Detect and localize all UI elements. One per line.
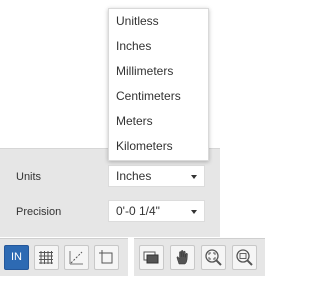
zoom-out-icon	[236, 249, 253, 266]
units-option-meters[interactable]: Meters	[109, 109, 208, 134]
pan-button[interactable]	[170, 245, 195, 270]
chevron-down-icon	[191, 175, 197, 179]
view-toolbar-right	[134, 238, 265, 276]
layers-icon	[143, 251, 159, 264]
units-select[interactable]: Inches	[108, 165, 205, 187]
units-option-millimeters[interactable]: Millimeters	[109, 59, 208, 84]
precision-select-value: 0'-0 1/4"	[116, 204, 160, 218]
layers-button[interactable]	[139, 245, 164, 270]
chevron-down-icon	[191, 210, 197, 214]
units-toggle-label: IN	[11, 251, 22, 263]
units-select-value: Inches	[116, 169, 152, 183]
frame-icon	[99, 250, 113, 264]
precision-label: Precision	[16, 206, 62, 218]
pan-hand-icon	[176, 250, 188, 265]
grid-toggle-button[interactable]	[34, 245, 59, 270]
units-dropdown-list: Unitless Inches Millimeters Centimeters …	[108, 8, 209, 161]
grid-icon	[39, 251, 53, 264]
zoom-fit-icon	[205, 249, 222, 266]
units-option-inches[interactable]: Inches	[109, 34, 208, 59]
zoom-out-button[interactable]	[232, 245, 257, 270]
angle-measure-icon	[69, 251, 83, 265]
view-toolbar-left: IN	[0, 238, 128, 276]
units-toggle-button[interactable]: IN	[4, 245, 29, 270]
angle-measure-button[interactable]	[64, 245, 89, 270]
precision-select[interactable]: 0'-0 1/4"	[108, 200, 205, 222]
units-option-kilometers[interactable]: Kilometers	[109, 134, 208, 159]
units-settings-panel: Units Inches Precision 0'-0 1/4"	[0, 148, 220, 237]
zoom-fit-button[interactable]	[201, 245, 226, 270]
units-option-unitless[interactable]: Unitless	[109, 9, 208, 34]
units-option-centimeters[interactable]: Centimeters	[109, 84, 208, 109]
units-label: Units	[16, 171, 42, 183]
frame-button[interactable]	[94, 245, 119, 270]
